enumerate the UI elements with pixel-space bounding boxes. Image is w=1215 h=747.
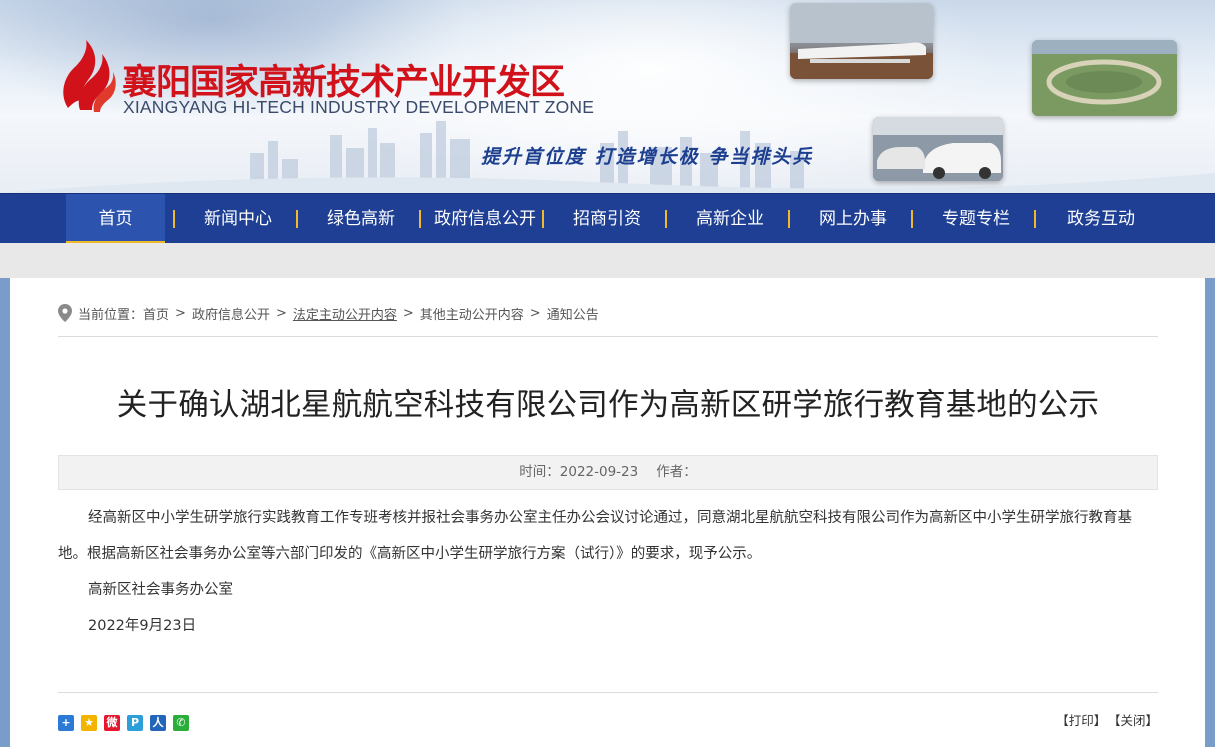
article-paragraph: 经高新区中小学生研学旅行实践教育工作专班考核并报社会事务办公室主任办公会议讨论通… [58,510,1132,562]
nav-item-home[interactable]: 首页 [66,194,165,244]
banner-photo-train [790,3,933,79]
breadcrumb-item-notices[interactable]: 通知公告 [547,304,599,323]
breadcrumb-separator: > [275,305,287,321]
renren-icon[interactable]: 人 [150,715,166,731]
nav-item-news[interactable]: 新闻中心 [190,194,286,244]
breadcrumb: 当前位置： 首页 > 政府信息公开 > 法定主动公开内容 > 其他主动公开内容 … [58,303,599,323]
nav-item-online-service[interactable]: 网上办事 [805,194,901,244]
nav-separator [542,210,544,228]
breadcrumb-item-gov-info[interactable]: 政府信息公开 [192,304,270,323]
article-date: 2022年9月23日 [88,618,197,634]
wechat-icon[interactable]: ✆ [173,715,189,731]
nav-separator [296,210,298,228]
divider [58,692,1158,693]
breadcrumb-prefix: 当前位置： [78,307,144,323]
article-body: 经高新区中小学生研学旅行实践教育工作专班考核并报社会事务办公室主任办公会议讨论通… [58,500,1158,644]
nav-separator [419,210,421,228]
nav-item-investment[interactable]: 招商引资 [559,194,655,244]
zone-logo-icon [63,40,116,112]
qzone-icon[interactable]: ★ [81,715,97,731]
article-actions: 【打印】 【关闭】 [1048,710,1158,729]
weibo-icon[interactable]: 微 [104,715,120,731]
nav-separator [788,210,790,228]
header-banner: 襄阳国家高新技术产业开发区 XIANGYANG HI-TECH INDUSTRY… [0,0,1215,193]
breadcrumb-separator: > [175,305,186,321]
close-button[interactable]: 【关闭】 [1114,713,1158,728]
location-pin-icon [58,304,72,322]
nav-separator [665,210,667,228]
nav-item-green[interactable]: 绿色高新 [313,194,409,244]
share-toolbar: + ★ 微 P 人 ✆ [58,715,196,731]
article-signature: 高新区社会事务办公室 [88,582,233,598]
time-label: 时间： [519,464,560,480]
nav-item-enterprises[interactable]: 高新企业 [682,194,778,244]
divider [58,336,1158,337]
banner-photo-test-track [1032,40,1177,116]
time-value: 2022-09-23 [559,464,639,480]
nav-item-gov-info[interactable]: 政府信息公开 [428,194,542,244]
breadcrumb-item-statutory[interactable]: 法定主动公开内容 [293,304,397,323]
breadcrumb-item-other[interactable]: 其他主动公开内容 [420,304,524,323]
article-title: 关于确认湖北星航航空科技有限公司作为高新区研学旅行教育基地的公示 [116,388,1100,423]
nav-item-interaction[interactable]: 政务互动 [1051,194,1151,244]
share-more-icon[interactable]: + [58,715,74,731]
breadcrumb-separator: > [402,305,414,321]
nav-bottom-strip [0,243,1215,278]
nav-separator [173,210,175,228]
nav-separator [911,210,913,228]
author-label: 作者： [656,464,697,480]
article-meta-bar: 时间：2022-09-23 作者： [58,455,1158,490]
banner-slogan: 提升首位度 打造增长极 争当排头兵 [481,146,814,168]
nav-item-special-topics[interactable]: 专题专栏 [928,194,1024,244]
tencent-weibo-icon[interactable]: P [127,715,143,731]
banner-photo-cars [873,117,1003,181]
breadcrumb-item-home[interactable]: 首页 [143,304,169,323]
nav-separator [1034,210,1036,228]
breadcrumb-separator: > [529,305,541,321]
main-nav: 首页 新闻中心 绿色高新 政府信息公开 招商引资 高新企业 网上办事 专题专栏 … [0,193,1215,244]
print-button[interactable]: 【打印】 [1056,713,1106,728]
site-title-english: XIANGYANG HI-TECH INDUSTRY DEVELOPMENT Z… [123,97,595,117]
